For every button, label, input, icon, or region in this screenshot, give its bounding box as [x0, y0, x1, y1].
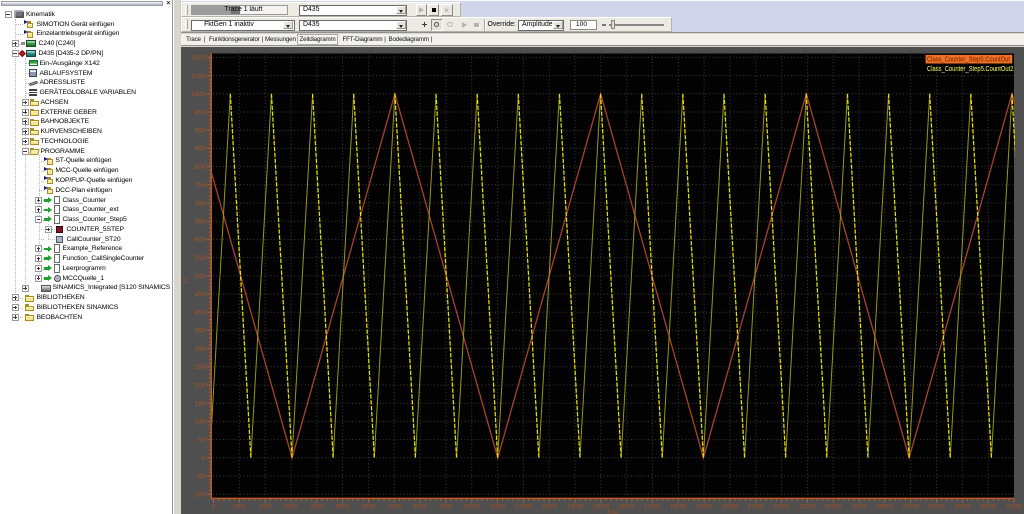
- svg-text:950: 950: [195, 109, 206, 116]
- svg-text:8000: 8000: [413, 504, 427, 510]
- svg-text:50: 50: [198, 436, 206, 443]
- svg-text:1000: 1000: [233, 504, 247, 510]
- svg-text:7000: 7000: [388, 504, 402, 510]
- svg-text:250: 250: [195, 364, 206, 371]
- svg-text:27000: 27000: [902, 504, 919, 510]
- svg-text:29000: 29000: [954, 504, 971, 510]
- svg-text:650: 650: [195, 218, 206, 225]
- svg-text:Class_Counter_Step5.CountOut2: Class_Counter_Step5.CountOut2: [927, 65, 1014, 72]
- svg-text:12000: 12000: [515, 504, 532, 510]
- svg-text:18000: 18000: [670, 504, 687, 510]
- svg-text:-50: -50: [196, 473, 206, 480]
- svg-text:0: 0: [212, 504, 216, 510]
- svg-text:11000: 11000: [489, 504, 506, 510]
- svg-text:0: 0: [202, 455, 206, 462]
- svg-text:500: 500: [195, 273, 206, 280]
- svg-text:-100: -100: [192, 491, 205, 498]
- svg-text:850: 850: [195, 145, 206, 152]
- svg-text:20000: 20000: [722, 504, 739, 510]
- svg-text:17000: 17000: [644, 504, 661, 510]
- svg-text:5000: 5000: [336, 504, 350, 510]
- svg-text:30000: 30000: [980, 504, 997, 510]
- svg-text:700: 700: [195, 200, 206, 207]
- svg-text:550: 550: [195, 254, 206, 261]
- svg-text:400: 400: [195, 309, 206, 316]
- svg-text:Class_Counter_Step5.CountOut: Class_Counter_Step5.CountOut: [927, 56, 1010, 63]
- svg-text:150: 150: [195, 400, 206, 407]
- svg-text:19000: 19000: [696, 504, 713, 510]
- svg-text:25000: 25000: [851, 504, 868, 510]
- svg-text:16000: 16000: [618, 504, 635, 510]
- svg-text:21000: 21000: [747, 504, 764, 510]
- svg-text:3000: 3000: [284, 504, 298, 510]
- svg-text:13000: 13000: [541, 504, 558, 510]
- svg-text:1100: 1100: [192, 54, 206, 61]
- svg-text:24000: 24000: [825, 504, 842, 510]
- svg-text:1000: 1000: [191, 91, 206, 98]
- svg-text:22000: 22000: [773, 504, 790, 510]
- svg-text:800: 800: [195, 163, 206, 170]
- svg-text:14000: 14000: [567, 504, 584, 510]
- svg-text:26000: 26000: [877, 504, 894, 510]
- svg-text:31000: 31000: [1006, 504, 1023, 510]
- svg-text:300: 300: [195, 345, 206, 352]
- svg-text:750: 750: [195, 182, 206, 189]
- svg-text:200: 200: [195, 382, 206, 389]
- svg-text:600: 600: [195, 236, 206, 243]
- svg-text:10000: 10000: [463, 504, 480, 510]
- svg-text:900: 900: [195, 127, 206, 134]
- svg-text:[-]: [-]: [183, 277, 190, 283]
- svg-text:2000: 2000: [258, 504, 272, 510]
- svg-text:100: 100: [195, 418, 206, 425]
- svg-text:450: 450: [195, 291, 206, 298]
- svg-text:[ms]: [ms]: [607, 510, 619, 514]
- svg-text:350: 350: [195, 327, 206, 334]
- svg-text:4000: 4000: [310, 504, 324, 510]
- svg-text:6000: 6000: [362, 504, 376, 510]
- svg-text:9000: 9000: [439, 504, 453, 510]
- svg-text:28000: 28000: [928, 504, 945, 510]
- svg-text:23000: 23000: [799, 504, 816, 510]
- svg-text:1050: 1050: [191, 72, 206, 79]
